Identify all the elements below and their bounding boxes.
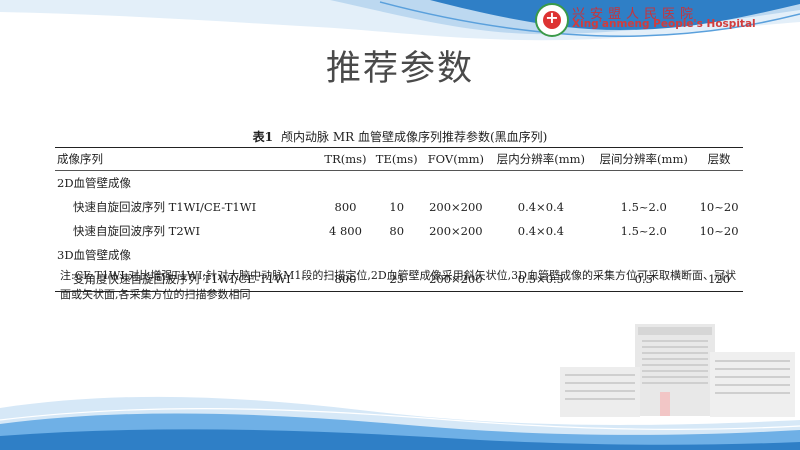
table-cell: 800	[334, 200, 357, 214]
table-caption: 表1 颅内动脉 MR 血管壁成像序列推荐参数(黑血序列)	[60, 128, 740, 145]
table-cell: 快速自旋回波序列 T2WI	[73, 224, 201, 238]
group-2d-label: 2D血管壁成像	[57, 176, 132, 190]
table-group-row: 3D血管壁成像	[55, 243, 743, 267]
table-row: 快速自旋回波序列 T1WI/CE-T1WI 800 10 200×200 0.4…	[55, 195, 743, 219]
col-header: TE(ms)	[371, 147, 423, 171]
bottom-wave-decoration	[0, 396, 800, 450]
table-cell: 10~20	[699, 224, 739, 238]
col-header: TR(ms)	[319, 147, 372, 171]
table-header-row: 成像序列 TR(ms) TE(ms) FOV(mm) 层内分辨率(mm) 层间分…	[55, 147, 743, 171]
table-number: 表1	[252, 130, 274, 144]
table-group-row: 2D血管壁成像	[55, 171, 743, 196]
col-header: 层间分辨率(mm)	[592, 147, 696, 171]
table-cell: 4 800	[329, 224, 362, 238]
table-caption-text: 颅内动脉 MR 血管壁成像序列推荐参数(黑血序列)	[281, 130, 548, 144]
table-cell: 快速自旋回波序列 T1WI/CE-T1WI	[73, 200, 257, 214]
table-cell: 10~20	[699, 200, 739, 214]
hospital-name-en: Xing'anmeng People's Hospital	[572, 18, 756, 30]
table-cell: 0.4×0.4	[517, 200, 564, 214]
table-cell: 200×200	[429, 224, 483, 238]
slide-title: 推荐参数	[325, 49, 474, 89]
table-cell: 1.5~2.0	[620, 200, 667, 214]
table-note: 注:CE-T1WI:对比增强T1WI;针对大脑中动脉M1段的扫描定位,2D血管壁…	[60, 269, 736, 301]
table-cell: 1.5~2.0	[620, 224, 667, 238]
table-cell: 0.4×0.4	[517, 224, 564, 238]
col-header: 层数	[695, 147, 743, 171]
table-cell: 10	[389, 200, 405, 214]
group-3d-label: 3D血管壁成像	[57, 248, 132, 262]
col-header: FOV(mm)	[422, 147, 490, 171]
hospital-logo-icon	[535, 3, 569, 37]
table-row: 快速自旋回波序列 T2WI 4 800 80 200×200 0.4×0.4 1…	[55, 219, 743, 243]
table-cell: 80	[389, 224, 405, 238]
table-cell: 200×200	[429, 200, 483, 214]
col-header: 层内分辨率(mm)	[489, 147, 593, 171]
col-header: 成像序列	[55, 147, 320, 171]
